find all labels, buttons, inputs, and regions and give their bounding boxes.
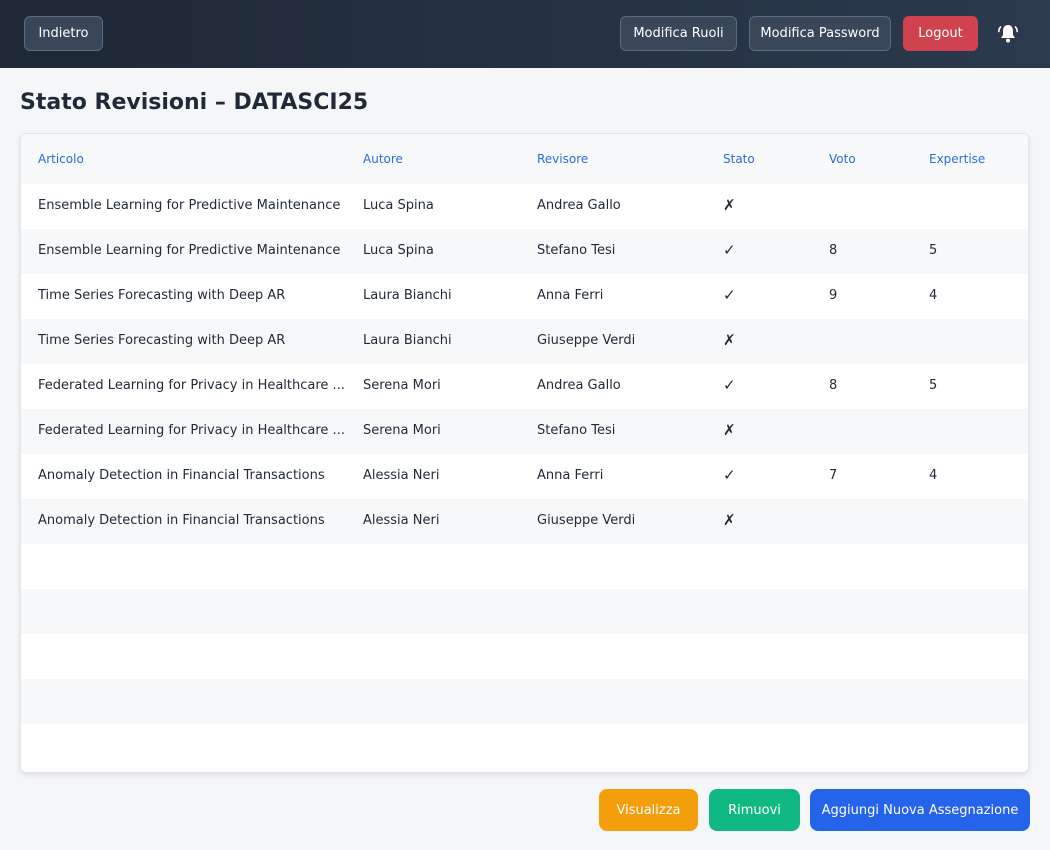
edit-password-button[interactable]: Modifica Password bbox=[749, 16, 891, 51]
cell-autore: Serena Mori bbox=[363, 378, 441, 393]
column-header-revisore[interactable]: Revisore bbox=[537, 152, 588, 166]
reviews-table: Articolo Autore Revisore Stato Voto Expe… bbox=[20, 133, 1029, 773]
empty-row bbox=[21, 589, 1028, 634]
cell-stato: ✓ bbox=[723, 286, 736, 304]
table-header: Articolo Autore Revisore Stato Voto Expe… bbox=[21, 134, 1028, 184]
cell-autore: Alessia Neri bbox=[363, 468, 440, 483]
cell-autore: Laura Bianchi bbox=[363, 333, 452, 348]
table-row[interactable]: Time Series Forecasting with Deep AR Lau… bbox=[21, 274, 1028, 319]
table-row[interactable]: Anomaly Detection in Financial Transacti… bbox=[21, 499, 1028, 544]
logout-button[interactable]: Logout bbox=[903, 16, 978, 51]
table-row[interactable]: Federated Learning for Privacy in Health… bbox=[21, 409, 1028, 454]
bell-icon[interactable] bbox=[996, 22, 1020, 46]
cell-stato: ✗ bbox=[723, 331, 736, 349]
cell-expertise: 4 bbox=[929, 288, 938, 303]
cell-expertise: 5 bbox=[929, 378, 938, 393]
cell-revisore: Stefano Tesi bbox=[537, 423, 616, 438]
cell-voto: 8 bbox=[829, 243, 838, 258]
column-header-expertise[interactable]: Expertise bbox=[929, 152, 985, 166]
cell-autore: Luca Spina bbox=[363, 198, 434, 213]
cell-stato: ✗ bbox=[723, 196, 736, 214]
edit-roles-button[interactable]: Modifica Ruoli bbox=[620, 16, 737, 51]
cell-revisore: Giuseppe Verdi bbox=[537, 333, 636, 348]
empty-row bbox=[21, 679, 1028, 724]
cell-autore: Luca Spina bbox=[363, 243, 434, 258]
cell-stato: ✓ bbox=[723, 466, 736, 484]
column-header-articolo[interactable]: Articolo bbox=[38, 152, 84, 166]
cell-revisore: Giuseppe Verdi bbox=[537, 513, 636, 528]
cell-stato: ✗ bbox=[723, 511, 736, 529]
cell-revisore: Anna Ferri bbox=[537, 468, 604, 483]
cell-revisore: Andrea Gallo bbox=[537, 198, 621, 213]
back-button[interactable]: Indietro bbox=[24, 16, 103, 51]
top-navbar: Indietro Modifica Ruoli Modifica Passwor… bbox=[0, 0, 1050, 68]
cell-articolo: Time Series Forecasting with Deep AR bbox=[38, 288, 286, 303]
cell-autore: Alessia Neri bbox=[363, 513, 440, 528]
cell-revisore: Anna Ferri bbox=[537, 288, 604, 303]
cell-autore: Serena Mori bbox=[363, 423, 441, 438]
table-row[interactable]: Ensemble Learning for Predictive Mainten… bbox=[21, 184, 1028, 229]
empty-row bbox=[21, 634, 1028, 679]
empty-row bbox=[21, 544, 1028, 589]
column-header-autore[interactable]: Autore bbox=[363, 152, 403, 166]
add-assignment-button[interactable]: Aggiungi Nuova Assegnazione bbox=[810, 789, 1030, 831]
cell-voto: 8 bbox=[829, 378, 838, 393]
cell-revisore: Stefano Tesi bbox=[537, 243, 616, 258]
empty-row bbox=[21, 724, 1028, 769]
cell-articolo: Ensemble Learning for Predictive Mainten… bbox=[38, 198, 341, 213]
view-button[interactable]: Visualizza bbox=[599, 789, 698, 831]
cell-voto: 9 bbox=[829, 288, 838, 303]
column-header-voto[interactable]: Voto bbox=[829, 152, 856, 166]
cell-voto: 7 bbox=[829, 468, 838, 483]
table-row[interactable]: Federated Learning for Privacy in Health… bbox=[21, 364, 1028, 409]
table-row[interactable]: Time Series Forecasting with Deep AR Lau… bbox=[21, 319, 1028, 364]
cell-articolo: Anomaly Detection in Financial Transacti… bbox=[38, 513, 325, 528]
cell-stato: ✗ bbox=[723, 421, 736, 439]
column-header-stato[interactable]: Stato bbox=[723, 152, 755, 166]
cell-revisore: Andrea Gallo bbox=[537, 378, 621, 393]
cell-articolo: Anomaly Detection in Financial Transacti… bbox=[38, 468, 325, 483]
cell-articolo: Ensemble Learning for Predictive Mainten… bbox=[38, 243, 341, 258]
cell-stato: ✓ bbox=[723, 376, 736, 394]
cell-articolo: Time Series Forecasting with Deep AR bbox=[38, 333, 286, 348]
table-row[interactable]: Ensemble Learning for Predictive Mainten… bbox=[21, 229, 1028, 274]
page-title: Stato Revisioni – DATASCI25 bbox=[20, 90, 369, 115]
cell-expertise: 4 bbox=[929, 468, 938, 483]
table-row[interactable]: Anomaly Detection in Financial Transacti… bbox=[21, 454, 1028, 499]
cell-articolo: Federated Learning for Privacy in Health… bbox=[38, 378, 345, 393]
cell-expertise: 5 bbox=[929, 243, 938, 258]
cell-autore: Laura Bianchi bbox=[363, 288, 452, 303]
cell-articolo: Federated Learning for Privacy in Health… bbox=[38, 423, 345, 438]
cell-stato: ✓ bbox=[723, 241, 736, 259]
remove-button[interactable]: Rimuovi bbox=[709, 789, 800, 831]
